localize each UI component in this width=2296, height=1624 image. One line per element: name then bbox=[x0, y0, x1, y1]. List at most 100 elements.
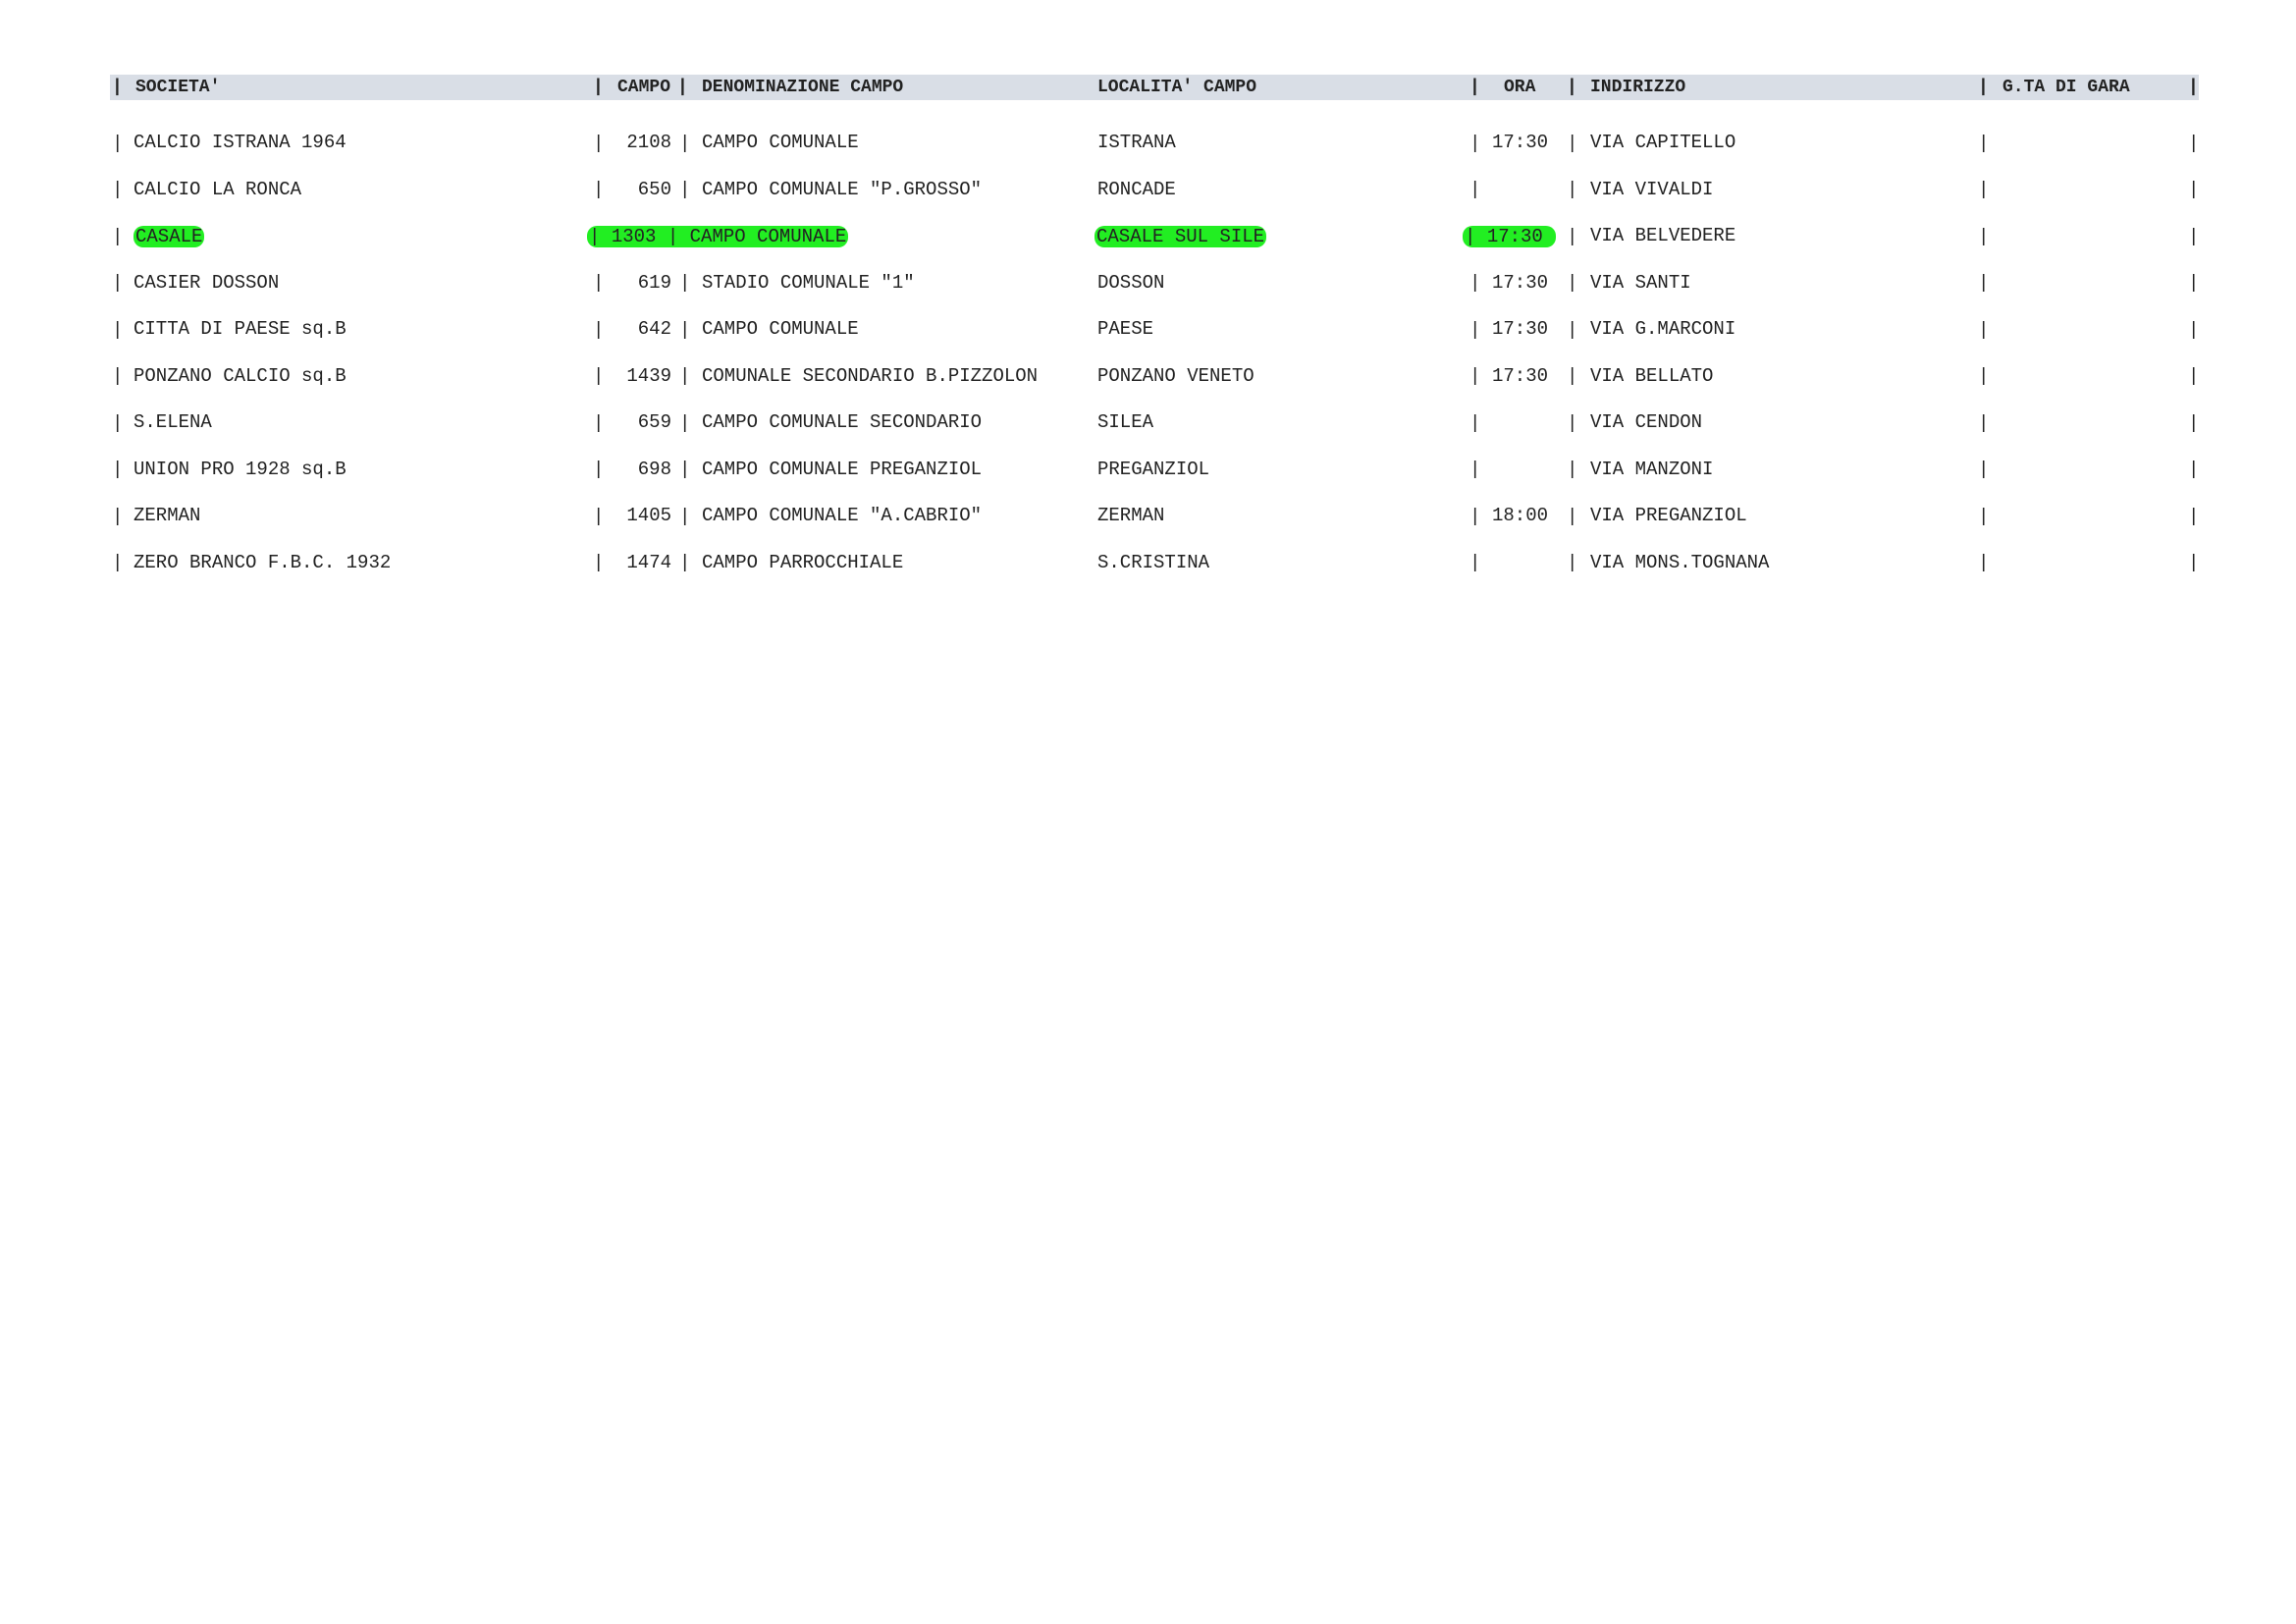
cell-societa: CALCIO LA RONCA bbox=[133, 167, 301, 214]
cell-ora: 17:30 bbox=[1492, 364, 1549, 387]
table-row: | CITTA DI PAESE sq.B | 642 | CAMPO COMUNALE P… bbox=[110, 306, 2199, 353]
cell-campo: 1405 bbox=[626, 505, 671, 526]
header-denominazione: DENOMINAZIONE CAMPO bbox=[702, 78, 904, 97]
table-row: | S.ELENA | 659 | CAMPO COMUNALE SECONDARIO SI… bbox=[110, 400, 2199, 447]
localita-text: PREGANZIOL bbox=[1097, 458, 1210, 480]
table-row: | CALCIO LA RONCA | 650 | CAMPO COMUNALE "P.G… bbox=[110, 167, 2199, 214]
column-separator: | bbox=[1567, 552, 1578, 574]
ora-text: 17:30 bbox=[1486, 225, 1555, 247]
column-separator: | bbox=[2188, 411, 2200, 434]
column-separator: | bbox=[1469, 78, 1480, 97]
column-separator: | bbox=[1465, 225, 1487, 247]
denominazione-text: CAMPO COMUNALE bbox=[689, 225, 847, 247]
column-separator: | bbox=[1567, 132, 1578, 154]
cell-indirizzo: VIA BELLATO bbox=[1590, 364, 1714, 387]
cell-ora: 17:30 bbox=[1492, 132, 1549, 153]
cell-denominazione: CAMPO COMUNALE PREGANZIOL bbox=[702, 458, 983, 480]
societa-text: CITTA DI PAESE sq.B bbox=[133, 318, 347, 340]
cell-ora: 17:30 bbox=[1492, 271, 1549, 294]
localita-text: SILEA bbox=[1097, 411, 1154, 433]
column-separator: | bbox=[112, 552, 124, 574]
header-societa: SOCIETA' bbox=[135, 78, 221, 97]
localita-text: S.CRISTINA bbox=[1097, 551, 1210, 573]
societa-text: S.ELENA bbox=[133, 411, 212, 433]
column-separator: | bbox=[1978, 179, 1990, 201]
column-separator: | bbox=[2188, 459, 2200, 481]
column-separator: | bbox=[679, 132, 691, 154]
column-separator: | bbox=[1978, 272, 1990, 295]
societa-text: CASIER DOSSON bbox=[133, 271, 280, 294]
column-separator: | bbox=[1469, 132, 1481, 154]
cell-campo-block: | 1303 | CAMPO COMUNALE bbox=[587, 213, 849, 260]
column-separator: | bbox=[593, 78, 604, 97]
ora-highlight: | 17:30 bbox=[1463, 225, 1557, 247]
localita-text: RONCADE bbox=[1097, 178, 1176, 200]
cell-ora: 18:00 bbox=[1492, 505, 1549, 526]
cell-denominazione: CAMPO COMUNALE "P.GROSSO" bbox=[702, 178, 983, 200]
societa-text: CALCIO ISTRANA 1964 bbox=[133, 132, 347, 153]
column-separator: | bbox=[589, 225, 612, 247]
column-separator: | bbox=[679, 459, 691, 481]
column-separator: | bbox=[1978, 505, 1990, 527]
table-row: | ZERO BRANCO F.B.C. 1932 | 1474 | CAMPO PARR… bbox=[110, 540, 2199, 587]
column-separator: | bbox=[1978, 78, 1989, 97]
cell-denominazione: CAMPO COMUNALE bbox=[702, 318, 859, 340]
cell-indirizzo: VIA G.MARCONI bbox=[1590, 318, 1736, 340]
cell-indirizzo: VIA MONS.TOGNANA bbox=[1590, 551, 1770, 573]
header-ora: ORA bbox=[1504, 78, 1536, 97]
header-campo: CAMPO bbox=[617, 78, 671, 97]
cell-localita: RONCADE bbox=[1097, 167, 1176, 214]
localita-text: PONZANO VENETO bbox=[1097, 364, 1255, 387]
column-separator: | bbox=[1567, 225, 1578, 247]
column-separator: | bbox=[1978, 365, 1990, 388]
column-separator: | bbox=[679, 179, 691, 201]
column-separator: | bbox=[1567, 272, 1578, 295]
column-separator: | bbox=[1469, 318, 1481, 341]
document-page: | SOCIETA' | CAMPO | DENOMINAZIONE CAMPO… bbox=[0, 0, 2296, 1624]
column-separator: | bbox=[593, 132, 605, 154]
column-separator: | bbox=[1469, 505, 1481, 527]
cell-localita: SILEA bbox=[1097, 400, 1153, 447]
column-separator: | bbox=[112, 505, 124, 527]
cell-campo: 619 bbox=[637, 271, 671, 294]
table-row: | PONZANO CALCIO sq.B | 1439 | COMUNALE SECON… bbox=[110, 353, 2199, 401]
societa-text: ZERMAN bbox=[133, 505, 201, 526]
column-separator: | bbox=[1469, 552, 1481, 574]
cell-localita: PAESE bbox=[1097, 306, 1153, 353]
cell-campo: 698 bbox=[637, 458, 671, 480]
cell-indirizzo: VIA PREGANZIOL bbox=[1590, 505, 1747, 526]
table-header: | SOCIETA' | CAMPO | DENOMINAZIONE CAMPO… bbox=[110, 75, 2199, 100]
column-separator: | bbox=[593, 272, 605, 295]
column-separator: | bbox=[1567, 78, 1577, 97]
cell-localita: ISTRANA bbox=[1097, 120, 1176, 167]
cell-societa: S.ELENA bbox=[133, 400, 212, 447]
column-separator: | bbox=[1978, 459, 1990, 481]
column-separator: | bbox=[112, 411, 124, 434]
column-separator: | bbox=[679, 552, 691, 574]
cell-localita: PONZANO VENETO bbox=[1097, 353, 1255, 401]
table-row: | ZERMAN | 1405 | CAMPO COMUNALE "A.CABRIO" ZE… bbox=[110, 493, 2199, 540]
column-separator: | bbox=[593, 179, 605, 201]
cell-societa: ZERO BRANCO F.B.C. 1932 bbox=[133, 540, 391, 587]
column-separator: | bbox=[112, 272, 124, 295]
cell-indirizzo: VIA SANTI bbox=[1590, 271, 1691, 294]
cell-denominazione: CAMPO COMUNALE SECONDARIO bbox=[702, 411, 983, 433]
column-separator: | bbox=[1469, 179, 1481, 201]
table-row: | CASALE | 1303 | CAMPO COMUNALE CASALE SUL… bbox=[110, 213, 2199, 260]
cell-indirizzo: VIA VIVALDI bbox=[1590, 178, 1714, 200]
column-separator: | bbox=[1567, 459, 1578, 481]
cell-indirizzo: VIA CENDON bbox=[1590, 411, 1703, 433]
cell-campo: 650 bbox=[637, 178, 671, 200]
fields-table: | SOCIETA' | CAMPO | DENOMINAZIONE CAMPO… bbox=[110, 75, 2199, 586]
column-separator: | bbox=[1978, 411, 1990, 434]
column-separator: | bbox=[112, 132, 124, 154]
societa-text: UNION PRO 1928 sq.B bbox=[133, 458, 347, 480]
cell-localita: DOSSON bbox=[1097, 260, 1164, 307]
cell-denominazione: CAMPO COMUNALE "A.CABRIO" bbox=[702, 505, 983, 526]
campo-number: 1303 bbox=[611, 225, 657, 247]
cell-localita: ZERMAN bbox=[1097, 493, 1164, 540]
header-giornata: G.TA DI GARA bbox=[2002, 78, 2130, 97]
cell-societa: ZERMAN bbox=[133, 493, 200, 540]
column-separator: | bbox=[1567, 505, 1578, 527]
column-separator: | bbox=[1978, 132, 1990, 154]
